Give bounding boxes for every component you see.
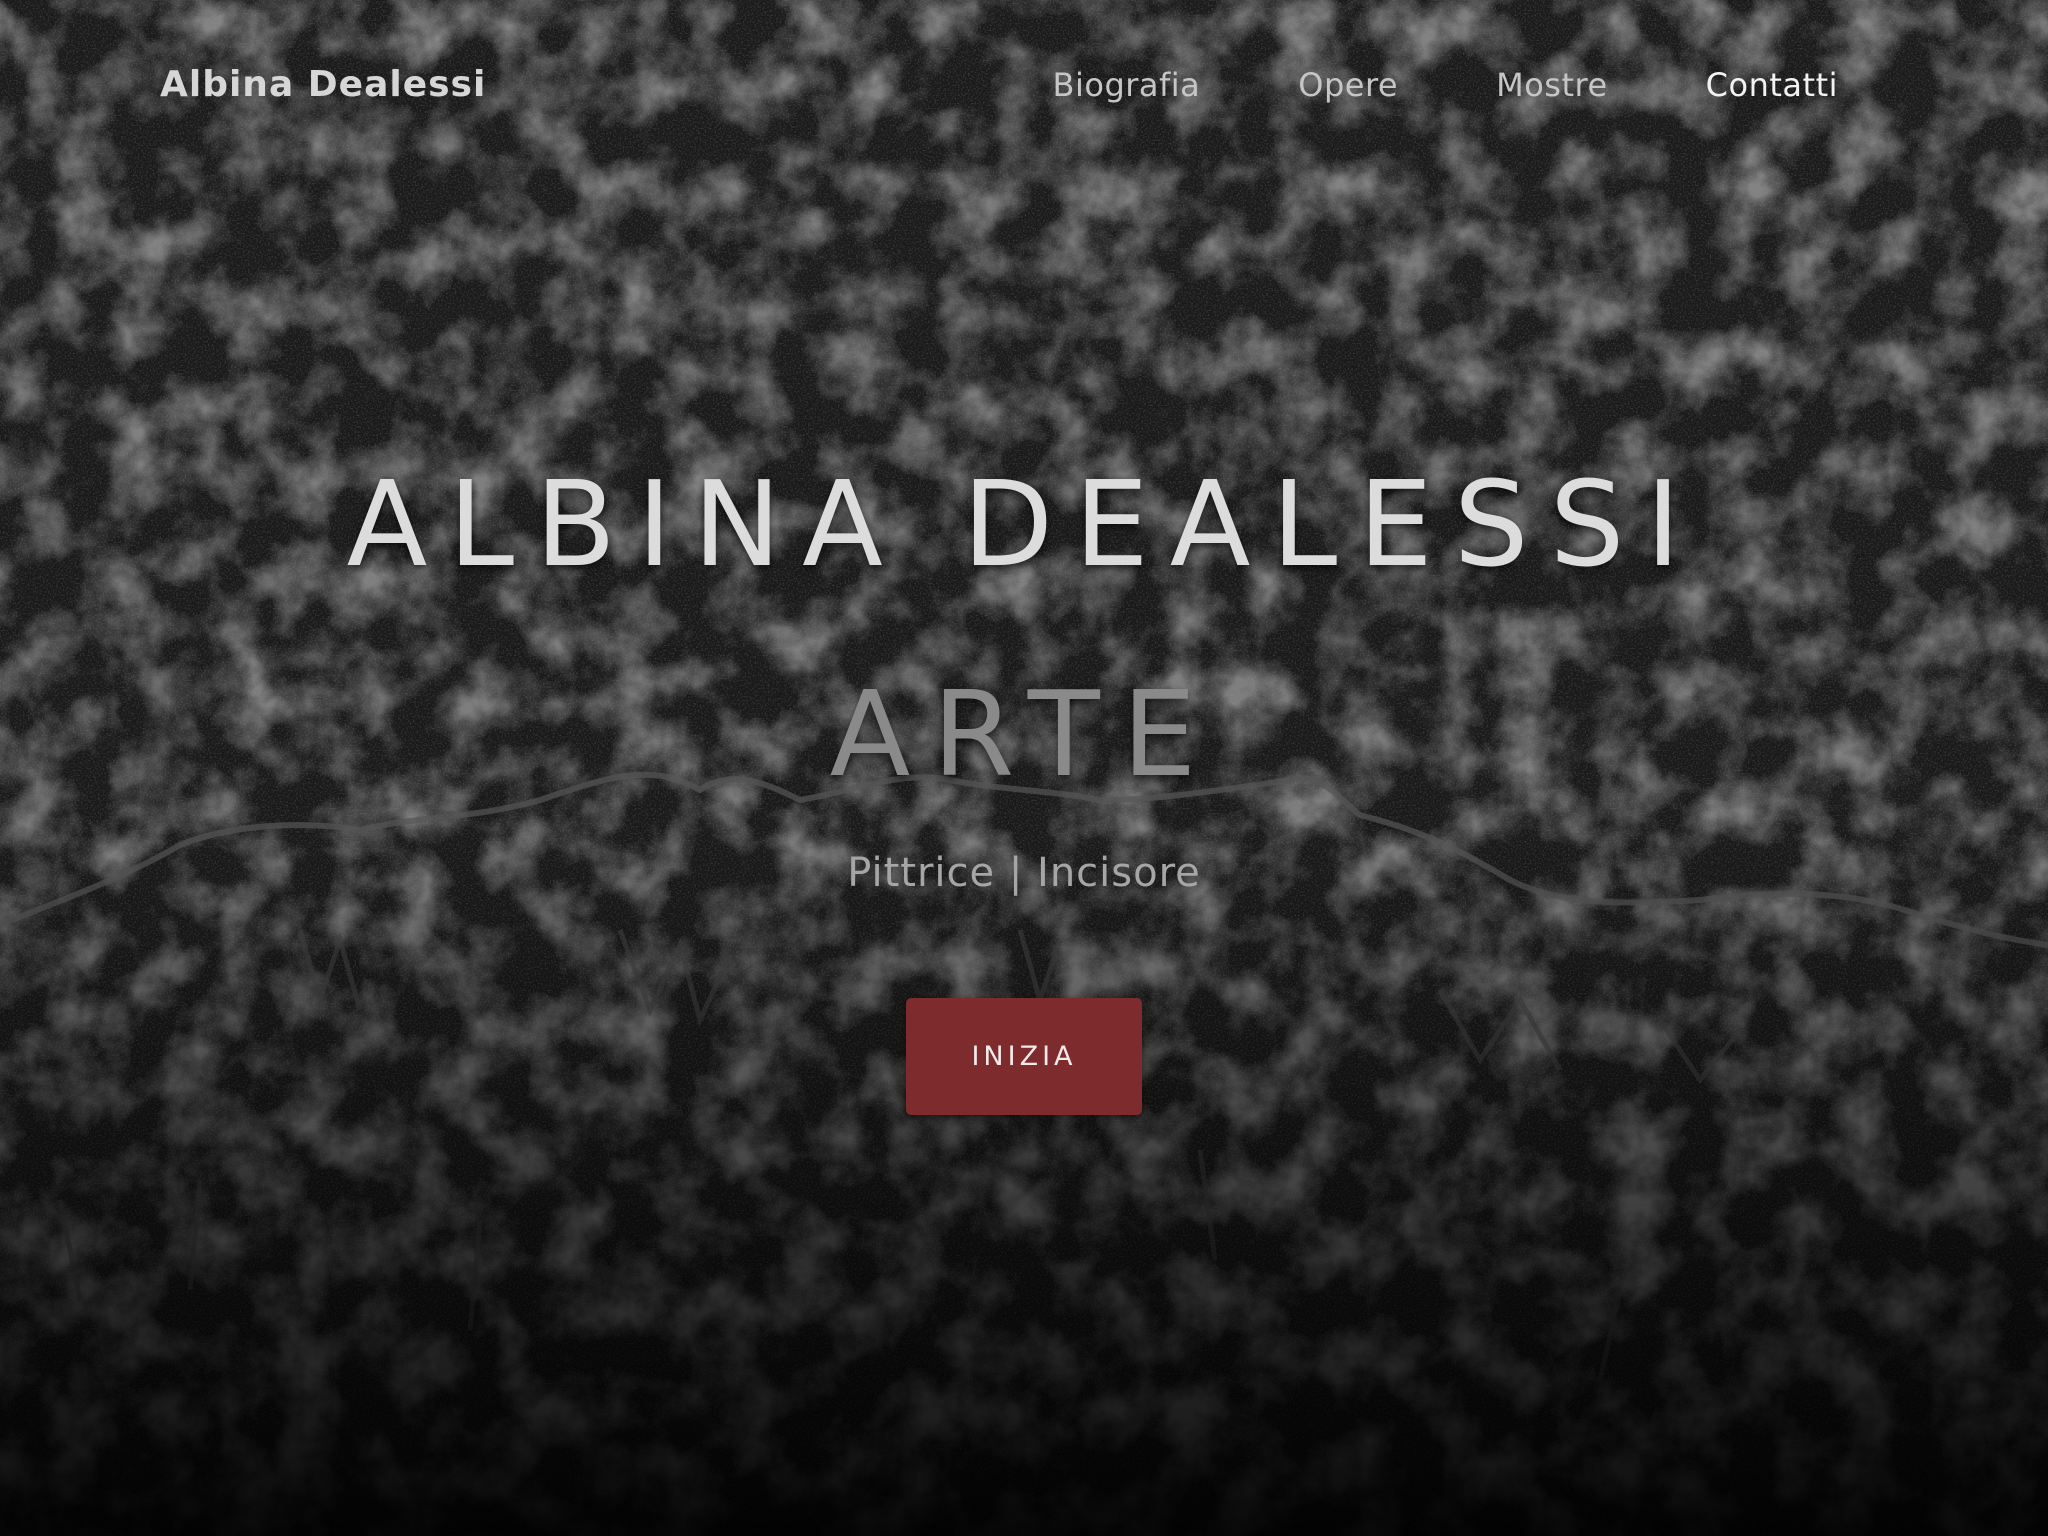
inizia-button[interactable]: INIZIA [906,998,1142,1115]
hero-tagline: Pittrice | Incisore [847,850,1201,896]
hero-subtitle: ARTE [829,665,1219,803]
navbar: Albina Dealessi Biografia Opere Mostre C… [0,0,2048,175]
nav-link-contatti[interactable]: Contatti [1706,66,1838,104]
nav-link-mostre[interactable]: Mostre [1496,66,1608,104]
nav-menu: Biografia Opere Mostre Contatti [1053,66,1838,104]
hero-title: ALBINA DEALESSI [346,455,1702,593]
nav-link-biografia[interactable]: Biografia [1053,66,1201,104]
nav-link-opere[interactable]: Opere [1298,66,1398,104]
brand-logo-link[interactable]: Albina Dealessi [160,64,486,105]
page: Albina Dealessi Biografia Opere Mostre C… [0,0,2048,1536]
